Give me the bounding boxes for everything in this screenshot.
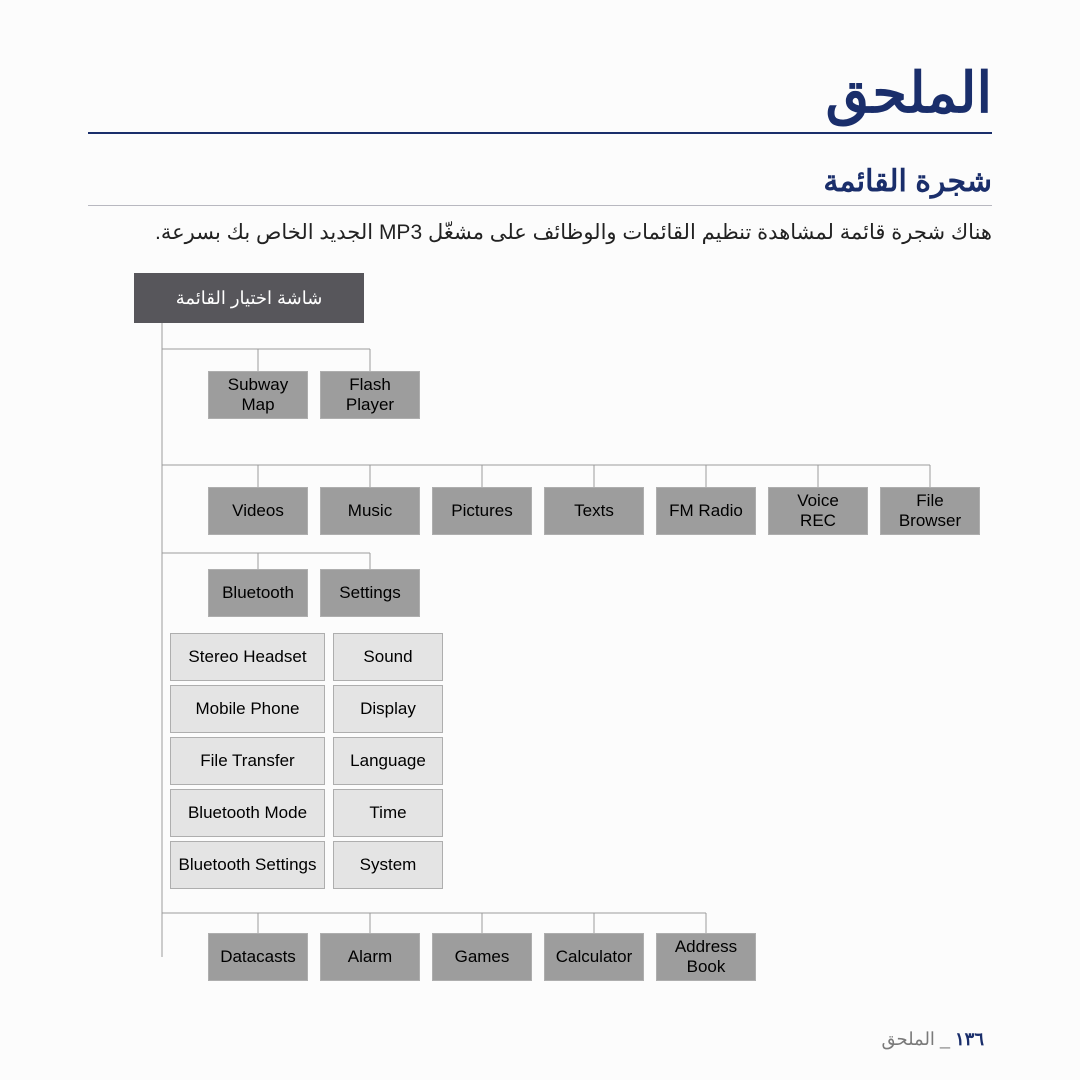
footer-separator: _ — [940, 1029, 950, 1049]
footer-section: الملحق — [881, 1029, 934, 1049]
node-address-book: AddressBook — [656, 933, 756, 981]
menu-tree: شاشة اختيار القائمة SubwayMap FlashPlaye… — [88, 273, 992, 1013]
node-mobile-phone: Mobile Phone — [170, 685, 325, 733]
node-sound: Sound — [333, 633, 443, 681]
tree-root: شاشة اختيار القائمة — [134, 273, 364, 323]
section-description: هناك شجرة قائمة لمشاهدة تنظيم القائمات و… — [88, 220, 992, 245]
node-system: System — [333, 841, 443, 889]
node-bluetooth-mode: Bluetooth Mode — [170, 789, 325, 837]
node-datacasts: Datacasts — [208, 933, 308, 981]
node-music: Music — [320, 487, 420, 535]
node-alarm: Alarm — [320, 933, 420, 981]
node-stereo-headset: Stereo Headset — [170, 633, 325, 681]
footer-page-number: ١٣٦ — [955, 1029, 984, 1049]
node-bluetooth: Bluetooth — [208, 569, 308, 617]
node-games: Games — [432, 933, 532, 981]
node-voice-rec: VoiceREC — [768, 487, 868, 535]
node-file-transfer: File Transfer — [170, 737, 325, 785]
node-pictures: Pictures — [432, 487, 532, 535]
node-settings: Settings — [320, 569, 420, 617]
node-bluetooth-settings: Bluetooth Settings — [170, 841, 325, 889]
node-flash-player: FlashPlayer — [320, 371, 420, 419]
section-heading: شجرة القائمة — [88, 164, 992, 206]
page-footer: ١٣٦ _ الملحق — [881, 1029, 992, 1050]
page-title: الملحق — [88, 60, 992, 134]
node-language: Language — [333, 737, 443, 785]
node-display: Display — [333, 685, 443, 733]
node-time: Time — [333, 789, 443, 837]
node-texts: Texts — [544, 487, 644, 535]
node-videos: Videos — [208, 487, 308, 535]
node-subway-map: SubwayMap — [208, 371, 308, 419]
node-calculator: Calculator — [544, 933, 644, 981]
node-file-browser: FileBrowser — [880, 487, 980, 535]
node-fm-radio: FM Radio — [656, 487, 756, 535]
